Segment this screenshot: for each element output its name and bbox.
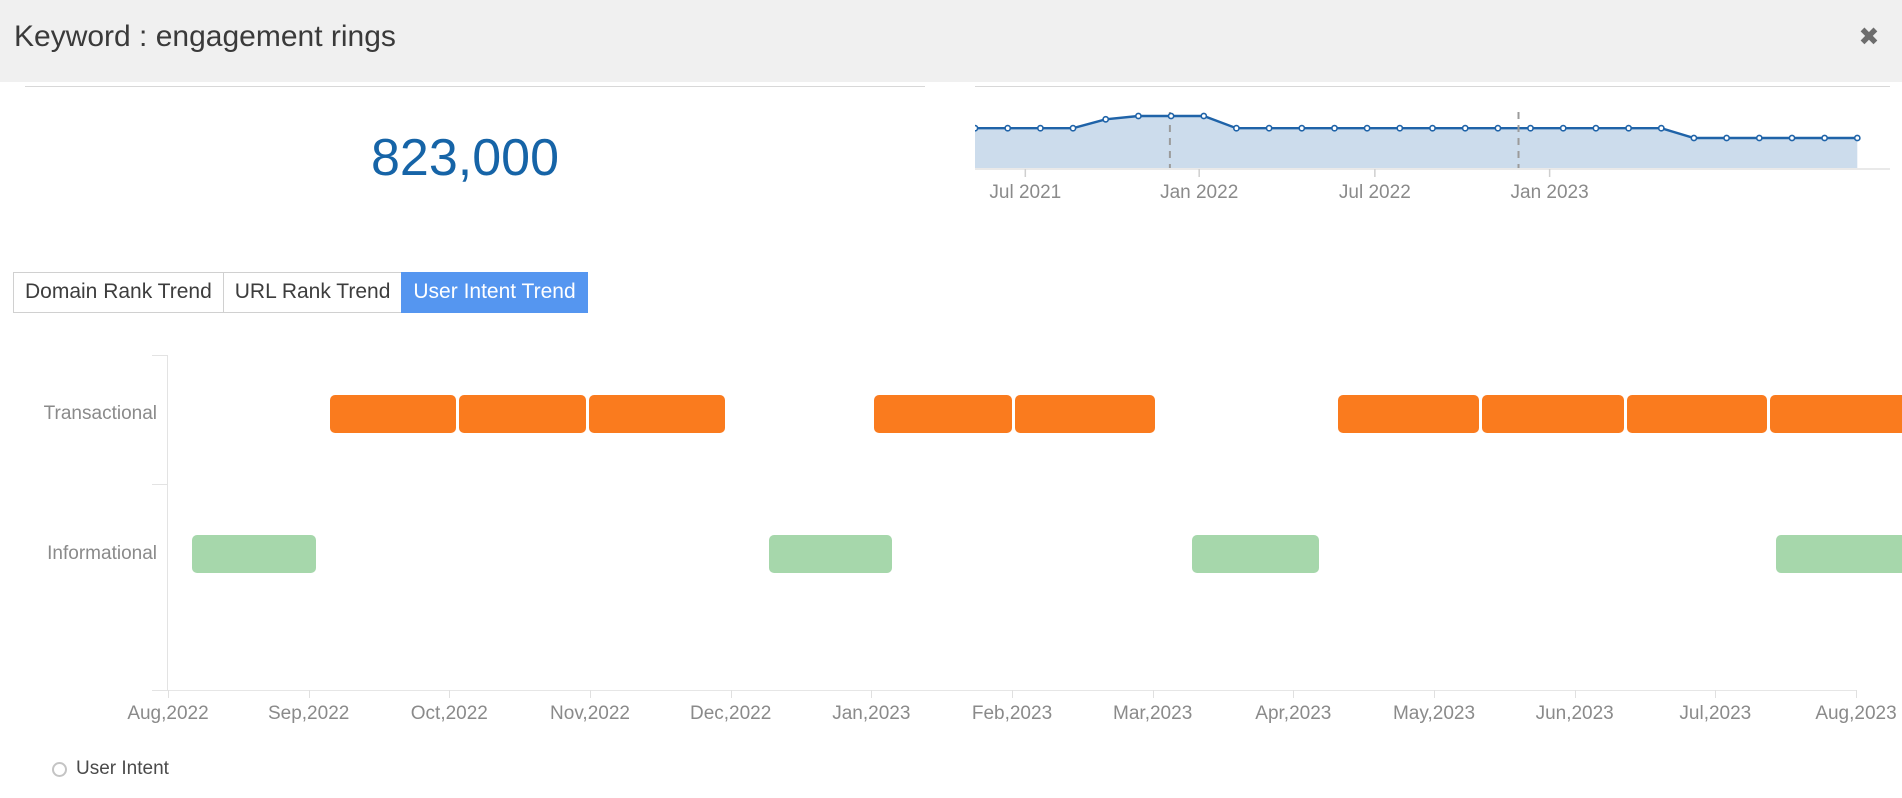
- tab-domain-rank-trend[interactable]: Domain Rank Trend: [13, 272, 223, 313]
- x-axis-label: Sep,2022: [267, 703, 350, 724]
- x-axis-label: Feb,2023: [971, 703, 1053, 724]
- x-axis-tick: [1715, 690, 1717, 698]
- sparkline-point: [1200, 112, 1208, 120]
- x-axis-tick: [449, 690, 451, 698]
- x-axis-tick: [871, 690, 873, 698]
- sparkline-tick-label: Jan 2022: [1160, 182, 1239, 203]
- intent-bar-transactional[interactable]: [329, 394, 457, 433]
- intent-bar-informational[interactable]: [1775, 535, 1902, 574]
- sparkline-tick-label: Jul 2022: [1338, 182, 1411, 203]
- x-axis-tick: [1574, 690, 1576, 698]
- sparkline-point: [1069, 124, 1077, 132]
- x-axis-label: Nov,2022: [550, 703, 630, 724]
- user-intent-trend-chart: Transactional Informational Aug,2022 Sep,2…: [0, 340, 1902, 760]
- sparkline-point: [1396, 124, 1404, 132]
- sparkline-area-fill: [975, 116, 1858, 168]
- divider-left: [25, 86, 925, 87]
- x-axis-label: Oct,2022: [410, 703, 488, 724]
- sparkline-point: [1429, 124, 1436, 132]
- x-axis-tick: [1434, 690, 1435, 698]
- sparkline-point: [1298, 124, 1306, 132]
- search-volume-sparkline: Jul 2021 Jan 2022 Jul 2022 Jan 2023: [975, 96, 1890, 211]
- sparkline-point: [1821, 134, 1828, 142]
- divider-right: [975, 86, 1890, 87]
- x-axis-label: Dec,2022: [689, 703, 772, 724]
- sparkline-tick-label: Jul 2021: [989, 182, 1062, 203]
- intent-bar-informational[interactable]: [191, 535, 316, 574]
- x-axis-label: Jul,2023: [1679, 703, 1752, 724]
- page-title: Keyword : engagement rings: [14, 20, 396, 53]
- sparkline-point: [1788, 134, 1796, 142]
- sparkline-point: [1755, 134, 1763, 142]
- sparkline-point: [1559, 124, 1567, 132]
- sparkline-point: [1494, 124, 1502, 132]
- sparkline-tick-label: Jan 2023: [1510, 182, 1589, 203]
- x-axis-label: Mar,2023: [1113, 703, 1193, 724]
- x-axis-tick: [590, 690, 591, 698]
- sparkline-point: [1134, 112, 1142, 120]
- intent-bar-transactional[interactable]: [1338, 394, 1479, 433]
- search-volume-value: 823,000: [371, 129, 559, 187]
- y-axis-label-transactional: Transactional: [43, 402, 157, 424]
- x-axis-tick: [168, 690, 169, 698]
- y-axis-tick-0: [152, 355, 168, 356]
- plot-area: [168, 355, 1902, 690]
- sparkline-point: [1625, 124, 1632, 132]
- intent-bar-transactional[interactable]: [1626, 394, 1768, 433]
- sparkline-point: [1167, 112, 1175, 120]
- legend-label: User Intent: [76, 758, 169, 779]
- sparkline-point: [1363, 124, 1371, 132]
- x-axis-label: Jun,2023: [1535, 703, 1614, 724]
- close-icon[interactable]: ✖: [1854, 22, 1884, 52]
- x-axis-label: Jan,2023: [832, 703, 911, 724]
- sparkline-point: [1657, 124, 1665, 132]
- intent-bar-transactional[interactable]: [1481, 394, 1624, 433]
- x-axis-tick: [1152, 690, 1154, 698]
- sparkline-point: [1592, 124, 1600, 132]
- sparkline-point: [1232, 124, 1240, 132]
- sparkline-point: [1690, 134, 1698, 142]
- intent-bar-transactional[interactable]: [1014, 394, 1156, 433]
- y-axis-tick-1: [152, 483, 168, 485]
- sparkline-point: [1853, 134, 1861, 142]
- tab-url-rank-trend[interactable]: URL Rank Trend: [222, 272, 402, 313]
- sparkline-point: [1527, 124, 1534, 132]
- x-axis-tick: [1293, 690, 1295, 698]
- x-axis-label: May,2023: [1392, 703, 1476, 724]
- search-volume-block: 823,000: [0, 128, 930, 188]
- intent-bar-informational[interactable]: [1192, 535, 1319, 574]
- sparkline-point: [975, 124, 979, 132]
- tab-user-intent-trend[interactable]: User Intent Trend: [401, 272, 588, 313]
- chart-legend-user-intent[interactable]: User Intent: [52, 758, 169, 780]
- intent-bar-transactional[interactable]: [588, 394, 726, 433]
- sparkline-axis-labels: Jul 2021 Jan 2022 Jul 2022 Jan 2023: [975, 182, 1890, 206]
- trend-tab-group[interactable]: Domain Rank Trend URL Rank Trend User In…: [13, 272, 588, 313]
- y-axis-label-informational: Informational: [47, 543, 157, 565]
- intent-bar-transactional[interactable]: [874, 394, 1012, 433]
- x-axis-tick: [730, 690, 732, 698]
- sparkline-point: [1331, 124, 1338, 132]
- x-axis-label: Apr,2023: [1255, 703, 1332, 724]
- x-axis-label: Aug,2022: [127, 703, 209, 724]
- intent-bar-transactional[interactable]: [1770, 394, 1902, 433]
- sparkline-point: [1265, 124, 1273, 132]
- sparkline-point: [1102, 115, 1110, 123]
- x-axis-tick: [1856, 690, 1857, 698]
- y-axis-tick-2: [152, 690, 168, 691]
- x-axis-tick: [308, 690, 310, 698]
- intent-bar-transactional[interactable]: [459, 394, 586, 433]
- sparkline-point: [1004, 124, 1012, 132]
- intent-bar-informational[interactable]: [768, 535, 893, 574]
- sparkline-point: [1037, 124, 1044, 132]
- modal-header: Keyword : engagement rings ✖: [0, 0, 1902, 82]
- sparkline-svg: [975, 112, 1890, 177]
- x-axis-tick: [1012, 690, 1013, 698]
- sparkline-point: [1461, 124, 1469, 132]
- sparkline-point: [1723, 134, 1730, 142]
- legend-marker-icon: [52, 761, 67, 777]
- x-axis-label: Aug,2023: [1815, 703, 1897, 724]
